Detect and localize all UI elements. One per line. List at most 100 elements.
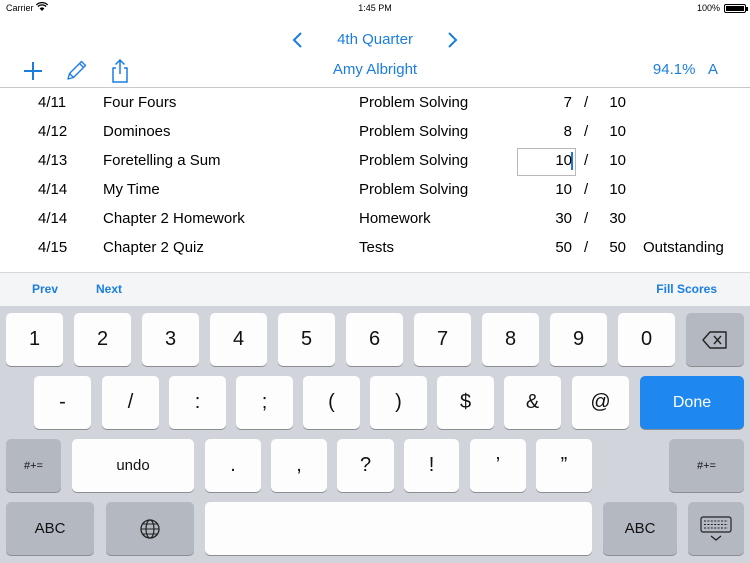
assignment-category: Problem Solving [359,181,469,198]
key-dollar[interactable]: $ [437,376,494,429]
key-5[interactable]: 5 [278,313,335,366]
assignment-score[interactable]: 8 [564,123,572,140]
abc-key-left[interactable]: ABC [6,502,94,555]
quarter-title[interactable]: 4th Quarter [0,31,750,48]
next-button[interactable]: Next [96,282,122,296]
abc-key-right[interactable]: ABC [603,502,677,555]
key-6[interactable]: 6 [346,313,403,366]
table-row-selected[interactable]: 4/13 Foretelling a Sum Problem Solving 1… [0,146,750,176]
assignment-name: Chapter 2 Homework [103,210,245,227]
gradebook-app: Carrier 1:45 PM 100% 4th Quarter Amy Alb… [0,0,750,563]
assignment-name: My Time [103,181,160,198]
table-row[interactable]: 4/14 Chapter 2 Homework Homework 30 / 30 [0,204,750,233]
assignment-max: 50 [609,239,626,256]
key-semicolon[interactable]: ; [236,376,293,429]
key-ampersand[interactable]: & [504,376,561,429]
key-at[interactable]: @ [572,376,629,429]
assignment-name: Foretelling a Sum [103,152,221,169]
key-hyphen[interactable]: - [34,376,91,429]
globe-icon [140,518,160,539]
quarter-navigator: 4th Quarter [0,29,750,51]
score-separator: / [584,210,589,227]
undo-key[interactable]: undo [72,439,194,492]
assignment-comment: Outstanding [643,239,724,256]
key-close-paren[interactable]: ) [370,376,427,429]
table-row[interactable]: 4/12 Dominoes Problem Solving 8 / 10 [0,117,750,146]
key-1[interactable]: 1 [6,313,63,366]
globe-key[interactable] [106,502,194,555]
key-question[interactable]: ? [337,439,394,492]
assignment-score[interactable]: 50 [555,239,572,256]
assignment-score[interactable]: 10 [555,181,572,198]
prev-button[interactable]: Prev [32,282,58,296]
assignment-max: 10 [609,94,626,111]
assignment-category: Homework [359,210,431,227]
symbols-key-left[interactable]: #+= [6,439,61,492]
key-7[interactable]: 7 [414,313,471,366]
assignment-max: 10 [609,181,626,198]
key-period[interactable]: . [205,439,261,492]
key-8[interactable]: 8 [482,313,539,366]
assignment-date: 4/15 [38,239,68,256]
delete-icon [702,330,727,349]
battery-icon [724,4,748,13]
key-3[interactable]: 3 [142,313,199,366]
key-apostrophe[interactable]: ’ [470,439,526,492]
toolbar: Amy Albright 94.1% A [0,58,750,84]
done-key[interactable]: Done [640,376,744,429]
assignment-date: 4/14 [38,181,68,198]
backspace-key[interactable] [686,313,744,366]
keyboard-dismiss-icon [700,515,732,541]
assignment-date: 4/13 [38,152,68,169]
assignment-category: Problem Solving [359,94,469,111]
fill-scores-button[interactable]: Fill Scores [656,282,717,296]
clock: 1:45 PM [358,3,392,13]
assignment-category: Tests [359,239,395,256]
key-quote[interactable]: ” [536,439,592,492]
table-row[interactable]: 4/15 Chapter 2 Quiz Tests 50 / 50 Outsta… [0,233,750,262]
assignment-date: 4/11 [38,94,67,111]
key-comma[interactable]: , [271,439,327,492]
assignment-score[interactable]: 7 [564,94,572,111]
key-slash[interactable]: / [102,376,159,429]
hide-keyboard-key[interactable] [688,502,744,555]
chevron-right-icon[interactable] [442,29,462,51]
assignment-score[interactable]: 30 [555,210,572,227]
assignment-date: 4/14 [38,210,68,227]
numeric-keyboard: 1 2 3 4 5 6 7 8 9 0 - / : ; ( ) $ & @ Do… [0,306,750,563]
assignment-max: 30 [609,210,626,227]
grade-percent: 94.1% [652,61,696,78]
key-0[interactable]: 0 [618,313,675,366]
table-row[interactable]: 4/14 My Time Problem Solving 10 / 10 [0,175,750,204]
key-exclamation[interactable]: ! [404,439,459,492]
assignment-max: 10 [609,123,626,140]
assignment-date: 4/12 [38,123,68,140]
assignment-category: Problem Solving [359,123,469,140]
space-key[interactable] [205,502,592,555]
assignment-name: Chapter 2 Quiz [103,239,204,256]
assignment-table: 4/11 Four Fours Problem Solving 7 / 10 4… [0,88,750,272]
grade-summary[interactable]: 94.1% A [653,61,718,78]
key-open-paren[interactable]: ( [303,376,360,429]
score-separator: / [584,123,589,140]
score-separator: / [584,152,589,169]
score-separator: / [584,181,589,198]
keyboard-accessory-bar: Prev Next Fill Scores [0,272,750,306]
key-9[interactable]: 9 [550,313,607,366]
assignment-name: Four Fours [103,94,177,111]
student-name[interactable]: Amy Albright [0,61,750,78]
assignment-max: 10 [609,152,626,169]
key-4[interactable]: 4 [210,313,267,366]
score-separator: / [584,239,589,256]
score-separator: / [584,94,589,111]
key-2[interactable]: 2 [74,313,131,366]
assignment-name: Dominoes [103,123,171,140]
symbols-key-right[interactable]: #+= [669,439,744,492]
status-bar: Carrier 1:45 PM 100% [0,0,750,18]
assignment-category: Problem Solving [359,152,469,169]
battery-percent: 100% [696,3,720,13]
grade-letter: A [707,61,718,78]
key-colon[interactable]: : [169,376,226,429]
assignment-score-input[interactable]: 10 [555,152,572,169]
table-row[interactable]: 4/11 Four Fours Problem Solving 7 / 10 [0,88,750,117]
